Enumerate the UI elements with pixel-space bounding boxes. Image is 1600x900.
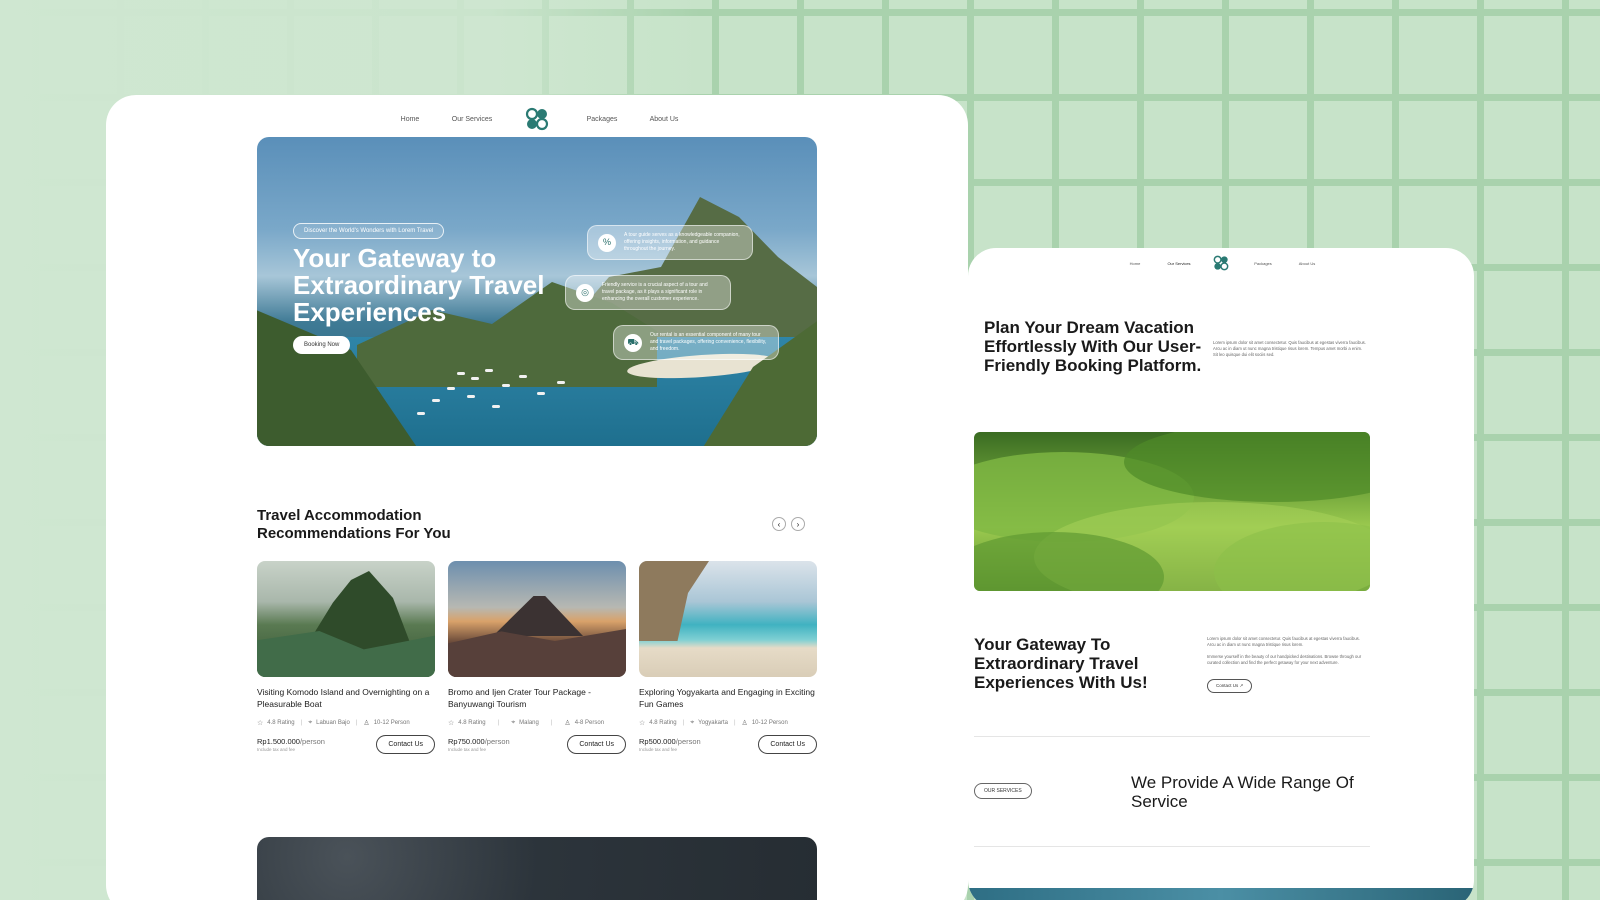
hero-title: Your Gateway to Extraordinary Travel Exp… bbox=[293, 243, 545, 327]
rating-text: 4.8 Rating bbox=[458, 720, 486, 726]
location-pin-icon: ⌖ bbox=[690, 719, 695, 726]
booking-platform-description: Lorem ipsum dolor sit amet consectetur. … bbox=[1213, 340, 1366, 357]
location-pin-icon: ⌖ bbox=[511, 719, 516, 726]
contact-us-button[interactable]: Contact Us bbox=[758, 735, 817, 754]
divider: | bbox=[300, 720, 303, 726]
feature-text: Friendly service is a crucial aspect of … bbox=[602, 282, 708, 302]
price-value: Rp1.500.000 bbox=[257, 737, 300, 746]
contact-us-button[interactable]: Contact Us bbox=[567, 735, 626, 754]
booking-platform-title: Plan Your Dream Vacation Effortlessly Wi… bbox=[984, 318, 1202, 375]
people-icon: ♙ bbox=[564, 720, 571, 727]
nav-about-us[interactable]: About Us bbox=[1285, 261, 1329, 266]
people-icon: ♙ bbox=[741, 720, 748, 727]
divider bbox=[974, 846, 1370, 847]
feature-tour-guide: % A tour guide serves as a knowledgeable… bbox=[587, 225, 753, 260]
logo-icon[interactable] bbox=[1213, 255, 1229, 271]
gateway-description-secondary: Immerse yourself in the beauty of our ha… bbox=[1207, 654, 1362, 665]
our-services-badge: OUR SERVICES bbox=[974, 783, 1032, 799]
location-text: Yogyakarta bbox=[698, 720, 728, 726]
nav-packages[interactable]: Packages bbox=[571, 116, 633, 123]
feature-rental: ⛟ Our rental is an essential component o… bbox=[613, 325, 779, 360]
location-pin-icon: ⌖ bbox=[308, 719, 313, 726]
card-title[interactable]: Bromo and Ijen Crater Tour Package - Ban… bbox=[448, 686, 626, 712]
accommodation-card[interactable]: Bromo and Ijen Crater Tour Package - Ban… bbox=[448, 561, 626, 754]
price-value: Rp500.000 bbox=[639, 737, 676, 746]
logo-icon[interactable] bbox=[525, 107, 549, 131]
gateway-title: Your Gateway To Extraordinary Travel Exp… bbox=[974, 635, 1148, 692]
secondary-page-card: Home Our Services Packages About Us Plan… bbox=[968, 248, 1474, 900]
contact-us-button[interactable]: Contact Us bbox=[376, 735, 435, 754]
next-section-image bbox=[257, 837, 817, 900]
price-unit: /person bbox=[484, 737, 510, 746]
divider: | bbox=[497, 720, 500, 726]
divider: | bbox=[355, 720, 358, 726]
rating-text: 4.8 Rating bbox=[267, 720, 295, 726]
nav-packages[interactable]: Packages bbox=[1241, 261, 1285, 266]
people-text: 4-8 Person bbox=[574, 720, 605, 726]
gateway-description: Lorem ipsum dolor sit amet consectetur. … bbox=[1207, 636, 1360, 647]
nav-about-us[interactable]: About Us bbox=[633, 116, 695, 123]
card-meta: ☆ 4.8 Rating | ⌖ Yogyakarta | ♙ 10-12 Perso… bbox=[639, 719, 817, 727]
accommodation-card[interactable]: Exploring Yogyakarta and Engaging in Exc… bbox=[639, 561, 817, 754]
location-text: Malang bbox=[519, 720, 539, 726]
star-icon: ☆ bbox=[448, 720, 455, 727]
card-meta: ☆ 4.8 Rating | ⌖ Malang | ♙ 4-8 Person bbox=[448, 719, 626, 727]
next-arrow-button[interactable]: › bbox=[791, 517, 805, 531]
price-unit: /person bbox=[675, 737, 701, 746]
card-image[interactable] bbox=[257, 561, 435, 677]
nav-our-services[interactable]: Our Services bbox=[1157, 261, 1201, 266]
price-value: Rp750.000 bbox=[448, 737, 485, 746]
nav-our-services[interactable]: Our Services bbox=[441, 116, 503, 123]
people-text: 10-12 Person bbox=[373, 720, 410, 726]
accommodation-card[interactable]: Visiting Komodo Island and Overnighting … bbox=[257, 561, 435, 754]
percent-icon: % bbox=[598, 233, 616, 252]
nav-home[interactable]: Home bbox=[379, 116, 441, 123]
services-title: We Provide A Wide Range Of Service bbox=[1131, 773, 1354, 811]
rating-text: 4.8 Rating bbox=[649, 720, 677, 726]
divider bbox=[974, 736, 1370, 737]
card-title[interactable]: Visiting Komodo Island and Overnighting … bbox=[257, 686, 435, 712]
hero-banner: Discover the World's Wonders with Lorem … bbox=[257, 137, 817, 446]
secondary-nav: Home Our Services Packages About Us bbox=[968, 252, 1474, 274]
card-title[interactable]: Exploring Yogyakarta and Engaging in Exc… bbox=[639, 686, 817, 712]
feature-text: A tour guide serves as a knowledgeable c… bbox=[624, 232, 740, 252]
people-icon: ♙ bbox=[363, 720, 370, 727]
nav-home[interactable]: Home bbox=[1113, 261, 1157, 266]
green-hills-image bbox=[974, 432, 1370, 591]
price-unit: /person bbox=[299, 737, 325, 746]
main-page-card: Home Our Services Packages About Us Disc… bbox=[106, 95, 968, 900]
feature-friendly-service: ◎ Friendly service is a crucial aspect o… bbox=[565, 275, 731, 310]
location-text: Labuan Bajo bbox=[316, 720, 350, 726]
prev-arrow-button[interactable]: ‹ bbox=[772, 517, 786, 531]
target-icon: ◎ bbox=[576, 283, 594, 302]
car-icon: ⛟ bbox=[624, 333, 642, 352]
card-meta: ☆ 4.8 Rating | ⌖ Labuan Bajo | ♙ 10-12 Pers… bbox=[257, 719, 435, 727]
feature-text: Our rental is an essential component of … bbox=[650, 332, 767, 352]
divider: | bbox=[550, 720, 553, 726]
contact-us-button[interactable]: Contact Us ↗ bbox=[1207, 679, 1253, 693]
card-image[interactable] bbox=[639, 561, 817, 677]
people-text: 10-12 Person bbox=[751, 720, 788, 726]
hero-tagline-pill: Discover the World's Wonders with Lorem … bbox=[293, 223, 445, 239]
main-nav: Home Our Services Packages About Us bbox=[106, 106, 968, 132]
star-icon: ☆ bbox=[639, 720, 646, 727]
section-title: Travel Accommodation Recommendations For… bbox=[257, 507, 451, 542]
star-icon: ☆ bbox=[257, 720, 264, 727]
divider: | bbox=[682, 720, 685, 726]
booking-now-button[interactable]: Booking Now bbox=[293, 336, 351, 354]
next-section-image bbox=[968, 888, 1474, 900]
card-image[interactable] bbox=[448, 561, 626, 677]
divider: | bbox=[733, 720, 736, 726]
